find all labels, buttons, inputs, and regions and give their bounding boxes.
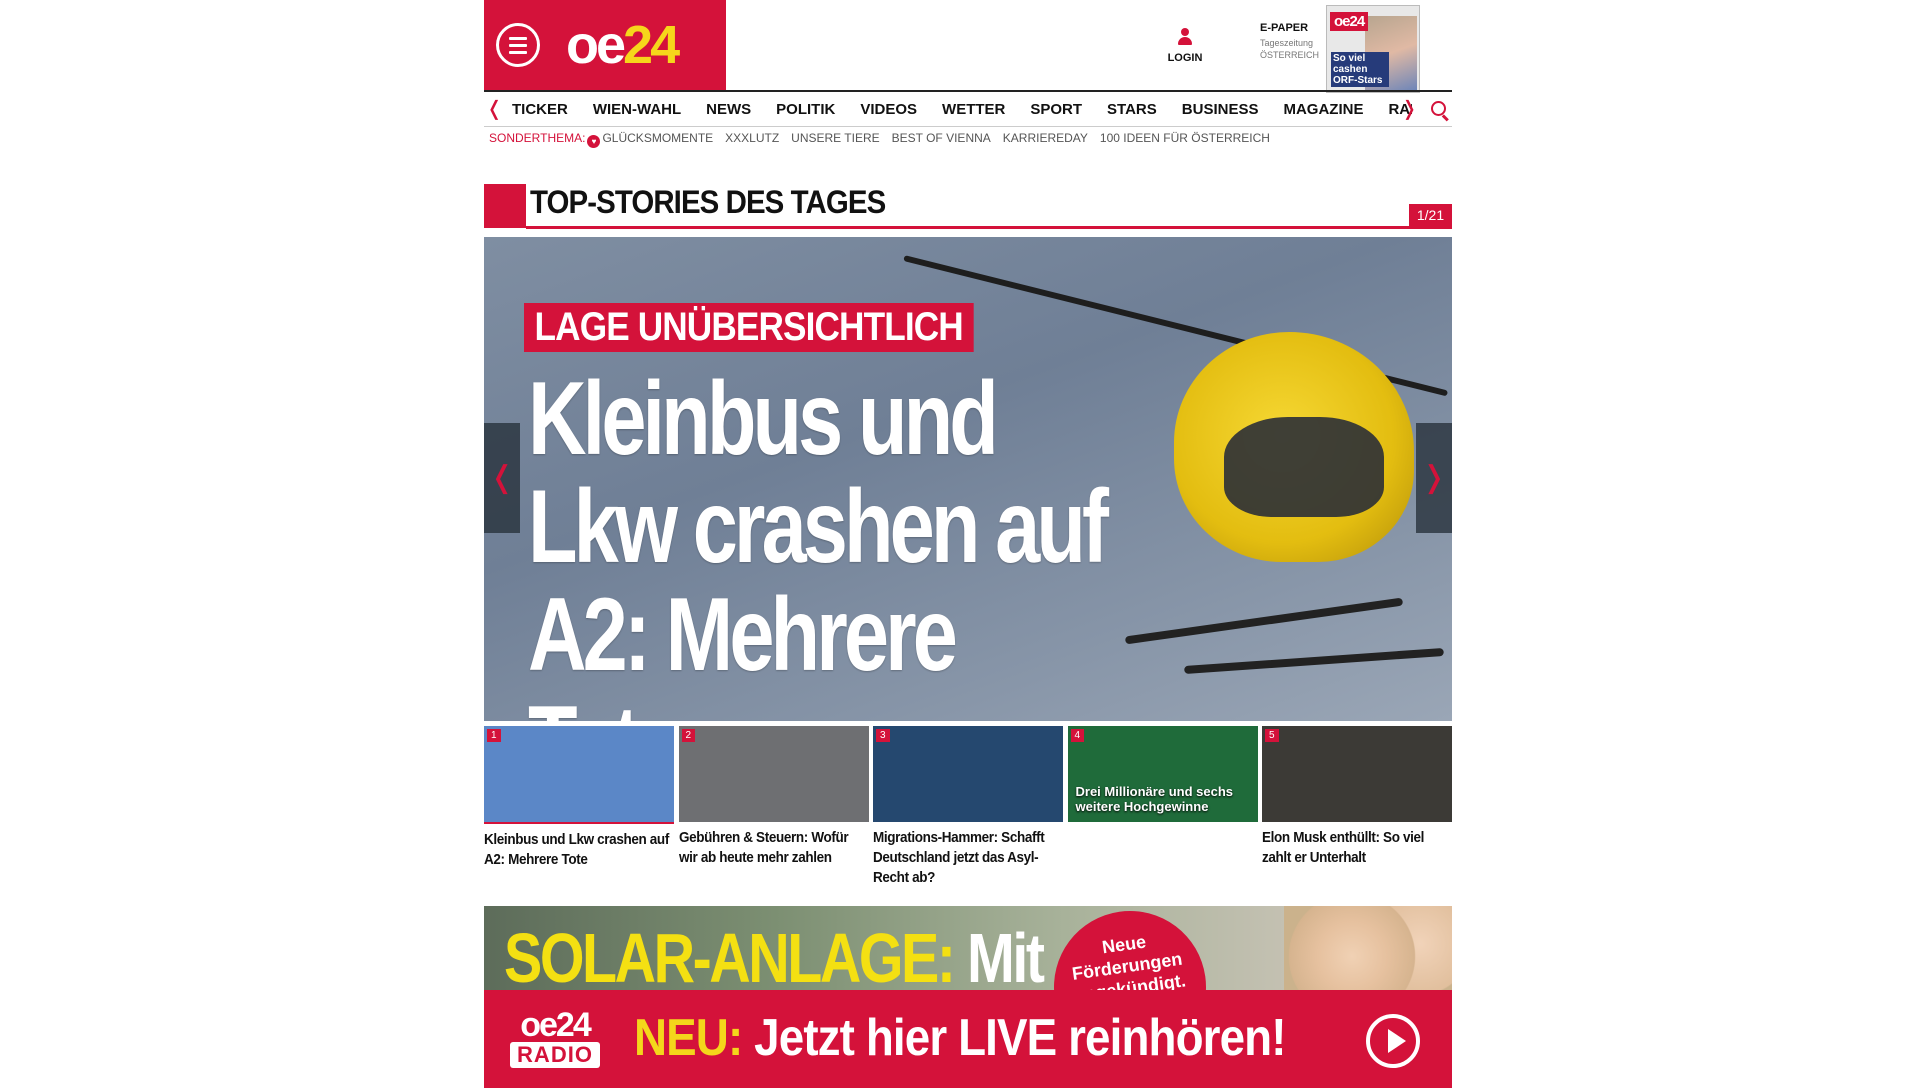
cover-headline: So viel cashen ORF-Stars: [1331, 52, 1389, 87]
nav-item-wetter[interactable]: WETTER: [942, 101, 1005, 118]
section-underline: [526, 226, 1452, 229]
thumb-title: Migrations-Hammer: Schafft Deutschland j…: [873, 829, 1045, 886]
solar-ad-badge: Neue Förderungen angekündigt.: [1044, 906, 1216, 990]
thumb-number: 4: [1070, 729, 1085, 742]
nav-prev-arrow-icon[interactable]: ❬: [486, 96, 503, 120]
section-marker: [484, 184, 526, 228]
nav-next-arrow-icon[interactable]: ❭: [1401, 96, 1418, 120]
radio-logo-top: oe24: [520, 1006, 592, 1044]
thumb-image: 3: [873, 726, 1063, 822]
nav-item-magazine[interactable]: MAGAZINE: [1283, 101, 1363, 118]
subnav-item[interactable]: UNSERE TIERE: [791, 131, 879, 145]
helicopter-skid: [1184, 647, 1444, 675]
subnav-item[interactable]: 100 IDEEN FÜR ÖSTERREICH: [1100, 131, 1270, 145]
thumb-title: Elon Musk enthüllt: So viel zahlt er Unt…: [1262, 829, 1425, 866]
main-nav: ❬ TICKER WIEN-WAHL NEWS POLITIK VIDEOS WETTER…: [484, 93, 1452, 125]
subnav: SONDERTHEMA: ♥ GLÜCKSMOMENTE XXXLUTZ UNSERE …: [489, 131, 1282, 148]
nav-item-sport[interactable]: SPORT: [1030, 101, 1082, 118]
helicopter-cockpit: [1224, 417, 1384, 517]
thumb-number: 2: [681, 729, 696, 742]
login-label: LOGIN: [1167, 52, 1203, 64]
subnav-label: SONDERTHEMA:: [489, 131, 586, 145]
radio-logo-bottom: RADIO: [510, 1042, 600, 1068]
solar-ad-banner[interactable]: SOLAR-ANLAGE: Mit Neue Förderungen angek…: [484, 906, 1452, 990]
play-icon[interactable]: [1366, 1014, 1420, 1068]
hero-next-arrow-icon[interactable]: ❭: [1416, 423, 1452, 533]
story-thumb[interactable]: 2 Gebühren & Steuern: Wofür wir ab heute …: [678, 726, 869, 868]
hero-headline[interactable]: Kleinbus und Lkw crashen auf A2: Mehrere…: [528, 365, 1121, 721]
slide-counter: 1/21: [1409, 204, 1452, 227]
subnav-item[interactable]: BEST OF VIENNA: [892, 131, 991, 145]
epaper-title: E-PAPER: [1260, 22, 1309, 34]
thumb-image: 1: [484, 726, 674, 822]
ad-photo: [1284, 906, 1452, 990]
radio-banner[interactable]: oe24 RADIO NEU: Jetzt hier LIVE reinhöre…: [484, 990, 1452, 1088]
hero-slide[interactable]: LAGE UNÜBERSICHTLICH Kleinbus und Lkw cr…: [484, 237, 1452, 721]
nav-item-wien-wahl[interactable]: WIEN-WAHL: [593, 101, 681, 118]
helicopter-skid: [1124, 597, 1404, 645]
thumb-number: 1: [487, 729, 501, 742]
logo-area: oe24: [484, 0, 726, 90]
hero-kicker: LAGE UNÜBERSICHTLICH: [524, 303, 974, 352]
thumb-number: 3: [876, 729, 890, 742]
thumb-number: 5: [1265, 729, 1279, 742]
nav-item-videos[interactable]: VIDEOS: [860, 101, 917, 118]
page: oe24 LOGIN E-PAPER Tageszeitung ÖSTERREIC…: [484, 0, 1452, 1088]
thumb-image: 5: [1262, 726, 1452, 822]
login-button[interactable]: LOGIN: [1165, 28, 1205, 64]
nav-divider: [484, 90, 1452, 92]
thumb-title: Gebühren & Steuern: Wofür wir ab heute m…: [678, 829, 849, 866]
search-icon[interactable]: [1431, 101, 1446, 116]
nav-item-stars[interactable]: STARS: [1107, 101, 1157, 118]
subnav-item[interactable]: KARRIEREDAY: [1003, 131, 1088, 145]
radio-text: NEU: Jetzt hier LIVE reinhören!: [634, 1009, 1286, 1067]
story-thumb[interactable]: 1 Kleinbus und Lkw crashen auf A2: Mehrer…: [484, 726, 674, 870]
story-thumb[interactable]: 4 Drei Millionäre und sechs weitere Hochg…: [1067, 726, 1258, 828]
nav-item-business[interactable]: BUSINESS: [1182, 101, 1259, 118]
nav-item-ticker[interactable]: TICKER: [512, 101, 568, 118]
user-icon: [1178, 28, 1192, 46]
cover-logo: oe24: [1330, 12, 1369, 31]
thumb-title: Kleinbus und Lkw crashen auf A2: Mehrere…: [484, 831, 669, 868]
thumb-image: 2: [678, 726, 869, 822]
nav-items: TICKER WIEN-WAHL NEWS POLITIK VIDEOS WETTER SP…: [512, 101, 1412, 123]
epaper-cover-image[interactable]: oe24 So viel cashen ORF-Stars: [1326, 5, 1420, 93]
epaper-link[interactable]: E-PAPER Tageszeitung ÖSTERREICH: [1260, 22, 1319, 61]
section-title: TOP-STORIES DES TAGES: [530, 184, 886, 220]
solar-ad-title: SOLAR-ANLAGE: Mit: [504, 919, 1045, 990]
thumb-overlay-text: Drei Millionäre und sechs weitere Hochge…: [1075, 784, 1234, 814]
heart-icon: ♥: [587, 135, 601, 148]
epaper-subtitle: Tageszeitung ÖSTERREICH: [1260, 38, 1320, 60]
story-thumb[interactable]: 3 Migrations-Hammer: Schafft Deutschland …: [873, 726, 1063, 888]
subnav-item[interactable]: GLÜCKSMOMENTE: [602, 131, 713, 145]
thumb-image: 4 Drei Millionäre und sechs weitere Hochg…: [1067, 726, 1258, 822]
subnav-item[interactable]: XXXLUTZ: [725, 131, 779, 145]
nav-divider-2: [484, 126, 1452, 127]
oe24-logo[interactable]: oe24: [566, 14, 680, 76]
oe24-radio-logo: oe24 RADIO: [510, 1006, 600, 1068]
story-thumbnails: 1 Kleinbus und Lkw crashen auf A2: Mehrer…: [484, 726, 1452, 886]
hamburger-menu-icon[interactable]: [496, 23, 540, 67]
hero-prev-arrow-icon[interactable]: ❬: [484, 423, 520, 533]
nav-item-politik[interactable]: POLITIK: [776, 101, 835, 118]
story-thumb[interactable]: 5 Elon Musk enthüllt: So viel zahlt er Un…: [1262, 726, 1452, 868]
nav-item-news[interactable]: NEWS: [706, 101, 751, 118]
